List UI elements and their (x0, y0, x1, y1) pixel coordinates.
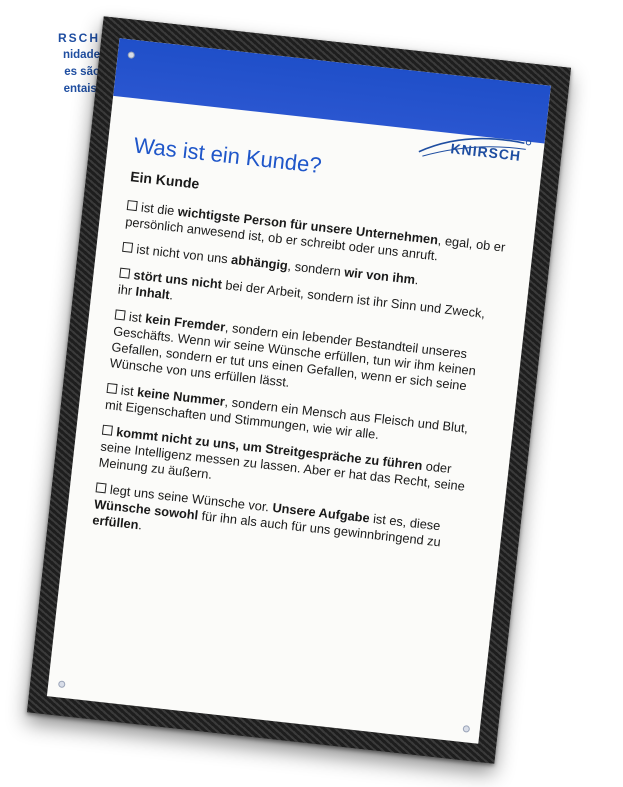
side-caption-line: nidade (62, 49, 100, 61)
item-text-bold: wir von ihm (343, 264, 416, 288)
side-caption-brand: RSCH (57, 31, 100, 45)
side-caption-line: entais. (63, 83, 100, 95)
item-text: . (168, 287, 174, 303)
checkbox-icon (122, 241, 134, 253)
item-text-bold: abhängig (230, 251, 289, 273)
checkbox-icon (95, 482, 107, 494)
item-text: . (414, 272, 420, 288)
checkbox-icon (106, 382, 118, 394)
sign-frame: KNIRSCH Was ist ein Kunde? Ein Kunde ist… (27, 16, 571, 764)
item-text-bold: Inhalt (134, 283, 171, 303)
screw-icon (57, 680, 66, 689)
side-caption: RSCH nidade es são entais. (0, 30, 100, 98)
checkbox-icon (126, 200, 138, 212)
item-text: ist nicht von uns (135, 241, 233, 267)
checkbox-icon (101, 424, 113, 436)
screw-icon (462, 725, 471, 733)
screw-icon (127, 51, 136, 59)
checkbox-icon (114, 309, 126, 321)
side-caption-line: es são (64, 66, 100, 78)
item-text: , sondern (286, 258, 346, 280)
item-text: . (137, 517, 143, 533)
sign-plate: KNIRSCH Was ist ein Kunde? Ein Kunde ist… (46, 38, 551, 744)
checkbox-icon (119, 267, 131, 279)
sign-items-list: ist die wichtigste Person für unsere Unt… (92, 198, 508, 570)
